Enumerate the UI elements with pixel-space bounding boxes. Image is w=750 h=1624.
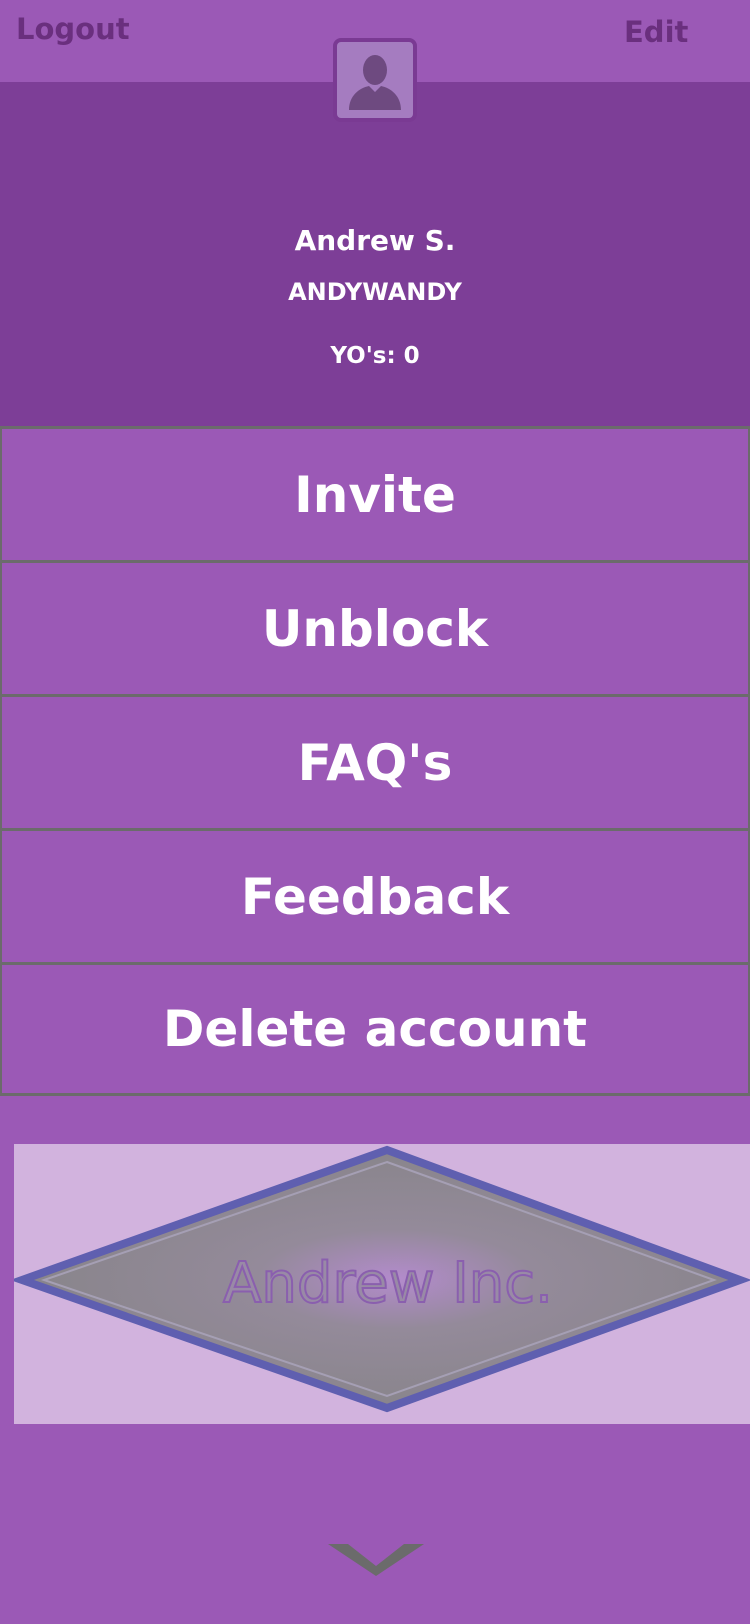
- faqs-button[interactable]: FAQ's: [0, 694, 750, 828]
- unblock-button[interactable]: Unblock: [0, 560, 750, 694]
- logout-button[interactable]: Logout: [16, 12, 130, 46]
- settings-menu: Invite Unblock FAQ's Feedback Delete acc…: [0, 426, 750, 1096]
- profile-username: ANDYWANDY: [288, 278, 462, 306]
- feedback-button[interactable]: Feedback: [0, 828, 750, 962]
- profile-name: Andrew S.: [294, 224, 456, 257]
- profile-header: Andrew S. ANDYWANDY YO's: 0: [0, 82, 750, 426]
- person-silhouette-icon: [349, 55, 401, 110]
- banner-text: Andrew Inc.: [223, 1251, 553, 1316]
- andrew-inc-banner: Andrew Inc.: [9, 1144, 750, 1424]
- diamond-logo: Andrew Inc.: [9, 1145, 750, 1413]
- edit-button[interactable]: Edit: [624, 15, 688, 49]
- yo-count: YO's: 0: [330, 343, 420, 369]
- delete-account-button[interactable]: Delete account: [0, 962, 750, 1096]
- avatar[interactable]: [333, 38, 417, 122]
- invite-button[interactable]: Invite: [0, 426, 750, 560]
- chevron-down-icon[interactable]: [328, 1540, 424, 1580]
